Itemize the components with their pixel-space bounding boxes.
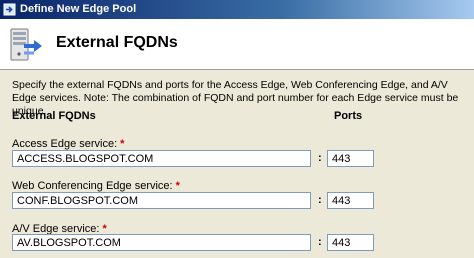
required-marker: * [120,138,125,150]
access-edge-label: Access Edge service: * [12,138,124,150]
access-edge-fqdn-input[interactable] [12,150,311,167]
required-marker: * [175,180,180,192]
av-edge-fqdn-input[interactable] [12,234,311,251]
wizard-header: External FQDNs [0,19,474,70]
port-separator: : [318,236,322,248]
title-bar[interactable]: Define New Edge Pool [0,0,474,19]
web-conferencing-edge-label-text: Web Conferencing Edge service: [12,180,173,192]
window-title: Define New Edge Pool [20,3,137,15]
web-conferencing-edge-fqdn-input[interactable] [12,192,311,209]
fqdn-column-header: External FQDNs [12,110,96,122]
ports-column-header: Ports [334,110,363,122]
port-separator: : [318,194,322,206]
access-edge-label-text: Access Edge service: [12,138,118,150]
access-edge-port-input[interactable] [327,150,374,167]
app-icon [3,3,16,16]
server-arrow-icon [8,26,46,64]
wizard-content: Specify the external FQDNs and ports for… [0,70,474,258]
web-conferencing-edge-port-input[interactable] [327,192,374,209]
av-edge-port-input[interactable] [327,234,374,251]
page-title: External FQDNs [56,34,178,51]
web-conferencing-edge-label: Web Conferencing Edge service: * [12,180,180,192]
port-separator: : [318,152,322,164]
